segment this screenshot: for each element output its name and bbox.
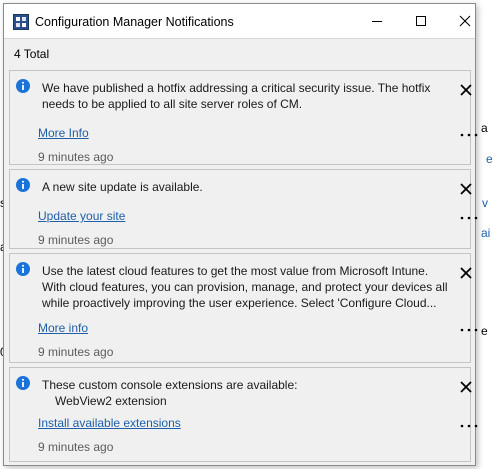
info-icon <box>16 376 30 390</box>
info-icon <box>16 262 30 276</box>
window-title: Configuration Manager Notifications <box>35 15 234 29</box>
message-line: With cloud features, you can provision, … <box>42 280 448 294</box>
close-icon[interactable] <box>459 266 473 280</box>
notification-time: 9 minutes ago <box>38 233 114 247</box>
background-text: ai <box>481 226 491 240</box>
info-icon <box>16 178 30 192</box>
update-site-link[interactable]: Update your site <box>38 209 125 223</box>
message-line: A new site update is available. <box>42 180 203 194</box>
close-window-button[interactable] <box>442 4 488 38</box>
more-options-icon[interactable] <box>459 130 481 140</box>
background-text: v <box>482 196 488 210</box>
notification-time: 9 minutes ago <box>38 440 114 454</box>
notifications-window: Configuration Manager Notifications 4 To… <box>3 3 478 466</box>
notification-message: Use the latest cloud features to get the… <box>42 263 452 311</box>
minimize-icon <box>372 21 382 22</box>
more-info-link[interactable]: More info <box>38 321 88 335</box>
close-icon[interactable] <box>459 380 473 394</box>
close-icon <box>459 15 471 27</box>
more-info-link[interactable]: More Info <box>38 126 89 140</box>
background-text: a <box>481 121 488 135</box>
background-text: e <box>481 324 488 338</box>
title-bar[interactable]: Configuration Manager Notifications <box>4 4 475 39</box>
notification-message: These custom console extensions are avai… <box>42 377 452 409</box>
more-options-icon[interactable] <box>459 213 481 223</box>
notification-card: A new site update is available. Update y… <box>9 169 478 249</box>
total-count-label: 4 Total <box>14 47 50 61</box>
message-line: while proactively improving the user exp… <box>42 296 437 310</box>
notification-count: 4 Total <box>4 39 475 69</box>
more-options-icon[interactable] <box>459 325 481 335</box>
more-options-icon[interactable] <box>459 421 481 431</box>
notification-message: We have published a hotfix addressing a … <box>42 80 452 112</box>
maximize-button[interactable] <box>398 4 444 38</box>
notification-time: 9 minutes ago <box>38 150 114 164</box>
close-icon[interactable] <box>459 83 473 97</box>
background-text: e <box>486 152 492 166</box>
notification-time: 9 minutes ago <box>38 345 114 359</box>
message-line: These custom console extensions are avai… <box>42 378 298 392</box>
notification-card: These custom console extensions are avai… <box>9 367 478 462</box>
message-line: We have published a hotfix addressing a … <box>42 81 431 95</box>
config-manager-icon <box>13 14 29 30</box>
close-icon[interactable] <box>459 182 473 196</box>
install-extensions-link[interactable]: Install available extensions <box>38 416 181 430</box>
minimize-button[interactable] <box>354 4 400 38</box>
notification-card: We have published a hotfix addressing a … <box>9 70 478 165</box>
info-icon <box>16 79 30 93</box>
message-line: Use the latest cloud features to get the… <box>42 264 429 278</box>
notification-card: Use the latest cloud features to get the… <box>9 253 478 363</box>
maximize-icon <box>416 16 426 26</box>
extension-name: WebView2 extension <box>55 394 167 408</box>
message-line: needs to be applied to all site server r… <box>42 97 303 111</box>
notification-message: A new site update is available. <box>42 179 452 195</box>
